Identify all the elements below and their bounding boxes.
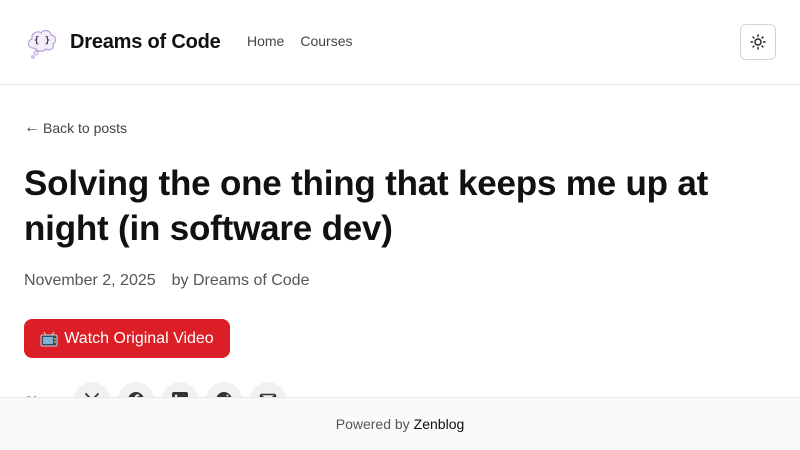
main-nav: Home Courses	[247, 33, 353, 49]
back-to-posts-link[interactable]: ← Back to posts	[24, 119, 127, 137]
footer-powered-by: Powered by	[335, 416, 410, 432]
nav-home[interactable]: Home	[247, 33, 284, 49]
footer-zenblog-link[interactable]: Zenblog	[414, 416, 465, 432]
post-date: November 2, 2025	[24, 272, 156, 289]
back-link-label: Back to posts	[43, 120, 128, 136]
watch-original-video-button[interactable]: Watch Original Video	[24, 319, 230, 358]
brain-cloud-logo-icon: { }	[27, 29, 57, 59]
sun-icon	[750, 34, 766, 50]
watch-button-label: Watch Original Video	[64, 329, 214, 347]
arrow-left-icon: ←	[24, 119, 40, 136]
post-author: by Dreams of Code	[171, 272, 310, 289]
post-meta: November 2, 2025 by Dreams of Code	[24, 272, 309, 290]
theme-toggle-button[interactable]	[740, 24, 776, 60]
site-header: { } Dreams of Code Home Courses	[0, 0, 800, 85]
svg-text:{ }: { }	[34, 36, 50, 46]
tv-icon	[40, 331, 58, 346]
nav-courses[interactable]: Courses	[300, 33, 352, 49]
post-title: Solving the one thing that keeps me up a…	[24, 164, 709, 248]
site-footer: Powered by Zenblog	[0, 397, 800, 450]
brand-link[interactable]: { } Dreams of Code	[24, 24, 221, 60]
site-name: Dreams of Code	[70, 30, 221, 53]
